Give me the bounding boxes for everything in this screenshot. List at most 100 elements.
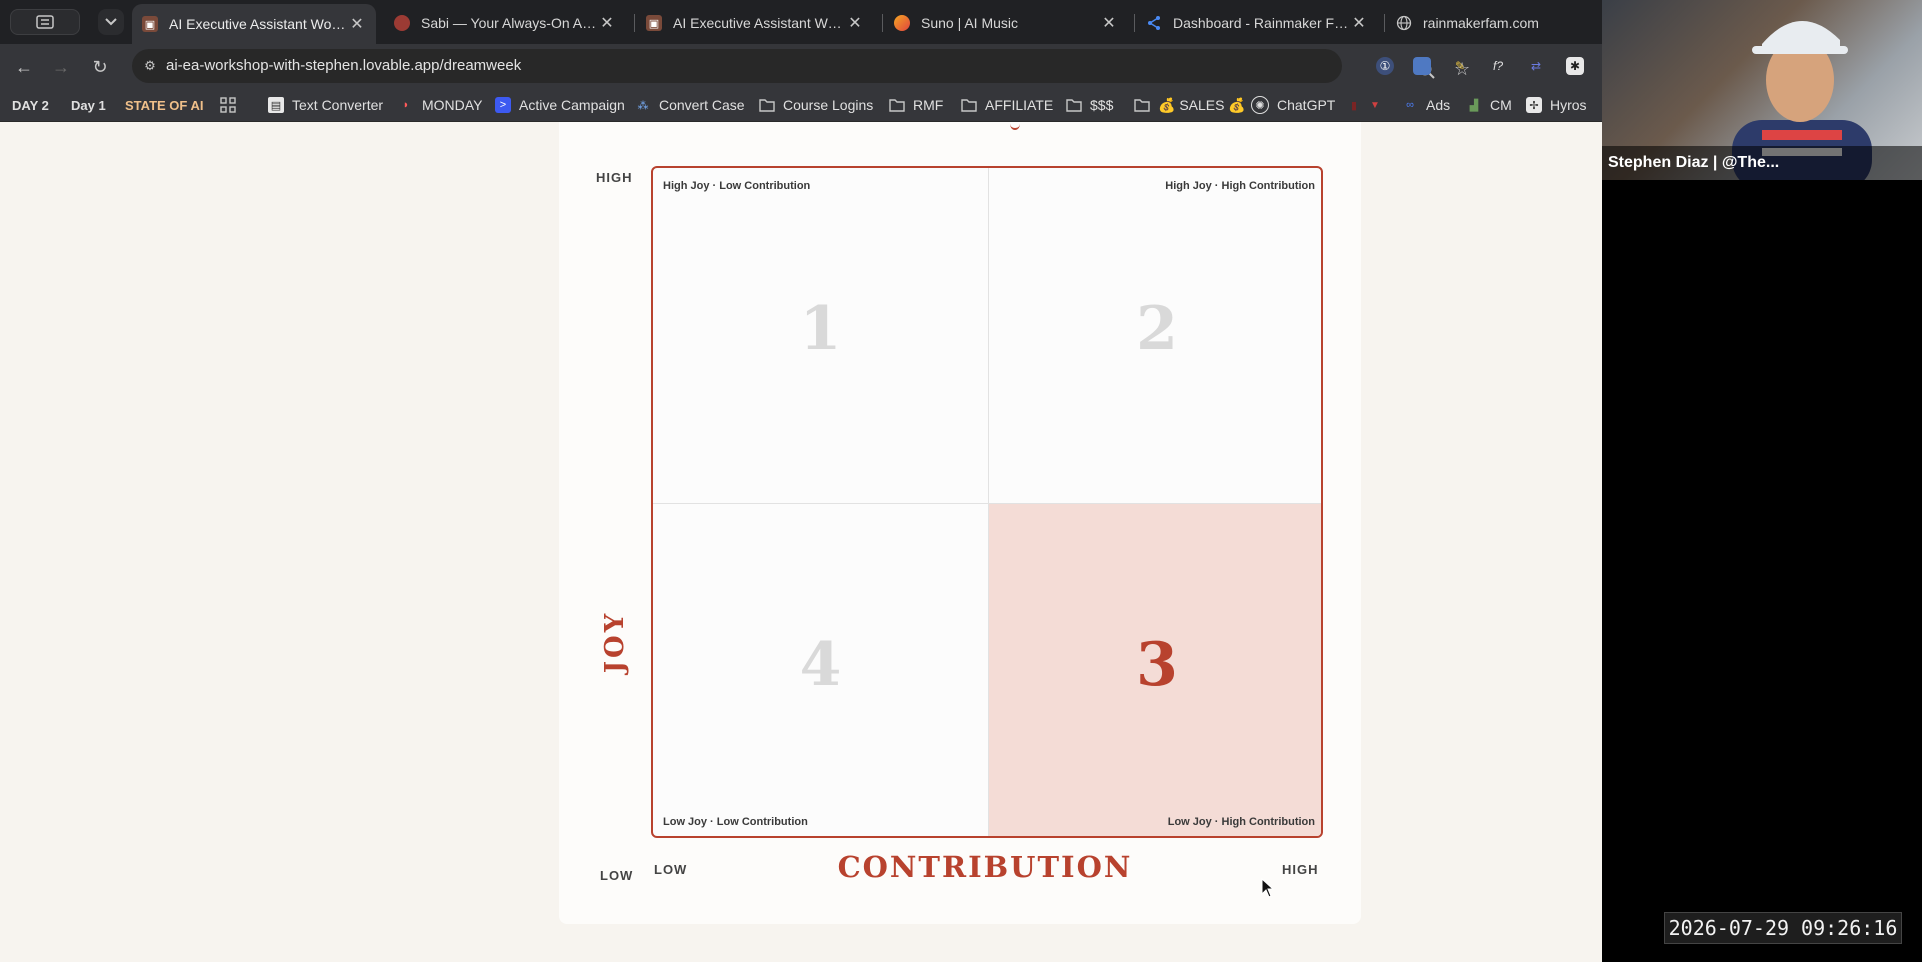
bookmark-monday[interactable]: ◗ MONDAY: [398, 94, 483, 116]
bookmark-label: CM: [1490, 97, 1512, 113]
close-icon[interactable]: ✕: [1350, 13, 1368, 33]
close-icon[interactable]: ✕: [846, 13, 864, 33]
bookmark-affiliate[interactable]: AFFILIATE: [961, 94, 1053, 116]
tab-title: AI Executive Assistant Workshop: [673, 15, 846, 31]
chevron-down-icon: [105, 18, 117, 26]
bookmark-convert-case[interactable]: ⁂ Convert Case: [635, 94, 745, 116]
close-icon[interactable]: ✕: [348, 14, 366, 34]
bookmark-label: $$$: [1090, 97, 1114, 113]
tab-suno[interactable]: Suno | AI Music ✕: [884, 6, 1128, 40]
quadrant-4[interactable]: 4 Low Joy · Low Contribution: [653, 504, 989, 836]
quadrant-1[interactable]: High Joy · Low Contribution 1: [653, 168, 989, 504]
bookmark-money[interactable]: $$$: [1066, 94, 1113, 116]
bookmark-cm[interactable]: ▟ CM: [1466, 94, 1512, 116]
tab-separator: [1134, 14, 1135, 32]
bookmark-label: Text Converter: [292, 97, 384, 113]
bookmark-day-2[interactable]: DAY 2: [12, 94, 49, 116]
extensions-puzzle-icon[interactable]: ✱: [1566, 57, 1584, 75]
password-manager-extension-icon[interactable]: ①: [1376, 57, 1394, 75]
webcam-caption: Stephen Diaz | @The...: [1602, 146, 1922, 180]
quadrant-3[interactable]: 3 Low Joy · High Contribution: [989, 504, 1321, 836]
folder-icon: [1066, 97, 1082, 113]
x-axis-high-label: HIGH: [1282, 862, 1319, 877]
pencil-extension-icon[interactable]: ✎: [1451, 57, 1469, 75]
bookmark-red-icon[interactable]: ▮ ▼: [1346, 94, 1380, 116]
function-extension-icon[interactable]: f?: [1489, 57, 1507, 75]
globe-icon: [1396, 15, 1412, 31]
mouse-cursor-icon: [1261, 878, 1275, 898]
bookmark-label: Hyros: [1550, 97, 1587, 113]
tab-title: Dashboard - Rainmaker Family: [1173, 15, 1350, 31]
bookmark-label: AFFILIATE: [985, 97, 1054, 113]
monday-icon: ◗: [402, 99, 410, 111]
x-axis-low-label: LOW: [654, 862, 688, 877]
y-axis-high-label: HIGH: [596, 170, 633, 185]
tab-ai-ea-workshop[interactable]: ▣ AI Executive Assistant Workshop ✕: [132, 4, 376, 44]
bookmark-label: Day 1: [71, 97, 106, 113]
bookmark-hyros[interactable]: ✢ Hyros: [1526, 94, 1587, 116]
forward-button[interactable]: →: [48, 54, 74, 80]
tab-separator: [634, 14, 635, 32]
webcam-overlay: Stephen Diaz | @The...: [1602, 0, 1922, 180]
quadrant-label: High Joy · Low Contribution: [663, 180, 811, 192]
chart-icon: ▮: [1350, 99, 1358, 112]
apps-grid-icon: [220, 97, 236, 113]
address-toolbar: ← → ↻ ⚙ ai-ea-workshop-with-stephen.lova…: [0, 44, 1602, 88]
bookmark-state-of-ai[interactable]: STATE OF AI: [125, 94, 203, 116]
tab-sabi[interactable]: Sabi — Your Always-On AI Assistant ✕: [384, 6, 626, 40]
tab-search-dropdown[interactable]: [98, 9, 124, 35]
folder-icon: [759, 97, 775, 113]
bookmark-label: 💰 SALES 💰: [1158, 96, 1246, 113]
share-icon: [1146, 15, 1162, 31]
reload-button[interactable]: ↻: [87, 54, 113, 80]
back-button[interactable]: ←: [11, 54, 37, 80]
close-icon[interactable]: ✕: [1100, 13, 1118, 33]
chatgpt-icon: ✺: [1251, 96, 1269, 114]
folder-icon: [961, 97, 977, 113]
bookmark-day-1[interactable]: Day 1: [71, 94, 106, 116]
dropdown-arrow-icon: ▼: [1370, 99, 1380, 111]
hyros-icon: ✢: [1526, 97, 1542, 113]
y-axis-title: JOY: [600, 610, 630, 674]
convertcase-icon: ⁂: [637, 99, 649, 112]
address-bar[interactable]: ⚙ ai-ea-workshop-with-stephen.lovable.ap…: [132, 49, 1470, 83]
recording-margin: [1602, 180, 1922, 962]
tab-separator: [882, 14, 883, 32]
bookmark-sales[interactable]: 💰 SALES 💰: [1134, 94, 1246, 116]
bookmark-course-logins[interactable]: Course Logins: [759, 94, 873, 116]
tab-title: rainmakerfam.com: [1423, 15, 1539, 31]
bookmark-text-converter[interactable]: ▤ Text Converter: [268, 94, 383, 116]
swap-extension-icon[interactable]: ⇄: [1527, 57, 1545, 75]
page-viewport: HIGH JOY LOW High Joy · Low Contribution…: [0, 122, 1602, 962]
tab-rainmaker-dashboard[interactable]: Dashboard - Rainmaker Family ✕: [1136, 6, 1378, 40]
y-axis-low-label: LOW: [600, 868, 634, 883]
bookmark-ads[interactable]: ∞ Ads: [1402, 94, 1450, 116]
joy-contribution-matrix: High Joy · Low Contribution 1 High Joy ·…: [651, 166, 1323, 838]
quadrant-number: 4: [799, 630, 842, 700]
recording-timestamp: 2026-07-29 09:26:16: [1664, 912, 1902, 944]
screen-capture-extension-icon[interactable]: [1413, 57, 1431, 75]
bookmark-label: Active Campaign: [519, 97, 625, 113]
tab-overview-icon: [36, 15, 54, 29]
suno-favicon-icon: [894, 15, 910, 31]
bookmark-active-campaign[interactable]: > Active Campaign: [495, 94, 625, 116]
tab-ai-ea-workshop-2[interactable]: ▣ AI Executive Assistant Workshop ✕: [636, 6, 874, 40]
url-text[interactable]: ai-ea-workshop-with-stephen.lovable.app/…: [166, 57, 521, 74]
close-icon[interactable]: ✕: [598, 13, 616, 33]
bookmark-label: Course Logins: [783, 97, 874, 113]
arrow-left-icon: ←: [15, 56, 33, 77]
quadrant-2[interactable]: High Joy · High Contribution 2: [989, 168, 1321, 504]
reload-icon: ↻: [92, 56, 108, 77]
tab-overview-button[interactable]: [10, 9, 80, 35]
quadrant-label: Low Joy · High Contribution: [1167, 816, 1315, 828]
bookmark-apps[interactable]: [220, 94, 236, 116]
quadrant-number: 2: [1136, 294, 1178, 364]
tab-rainmakerfam[interactable]: rainmakerfam.com: [1386, 6, 1600, 40]
page-icon: ▤: [268, 97, 284, 113]
activecampaign-icon: >: [495, 97, 511, 113]
bookmark-chatgpt[interactable]: ✺ ChatGPT: [1251, 94, 1335, 116]
site-settings-icon[interactable]: ⚙: [138, 54, 162, 78]
quadrant-number: 3: [1136, 630, 1178, 700]
quadrant-label: Low Joy · Low Contribution: [663, 816, 808, 828]
bookmark-rmf[interactable]: RMF: [889, 94, 943, 116]
